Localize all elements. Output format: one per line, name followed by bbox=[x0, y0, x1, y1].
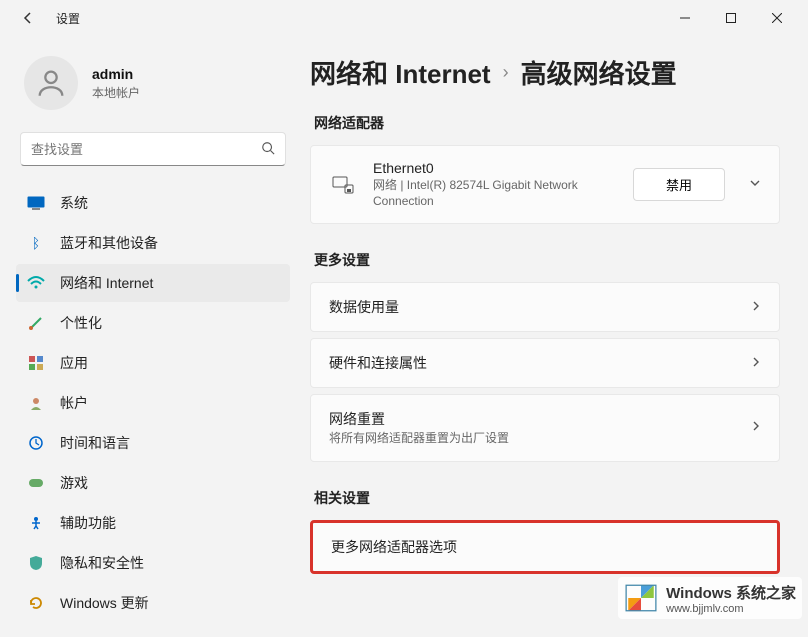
sidebar-item-label: 个性化 bbox=[60, 313, 102, 333]
sidebar-item-system[interactable]: 系统 bbox=[16, 184, 290, 222]
sidebar-item-timelang[interactable]: 时间和语言 bbox=[16, 424, 290, 462]
accounts-icon bbox=[26, 393, 46, 413]
section-related-title: 相关设置 bbox=[314, 488, 780, 508]
window-title: 设置 bbox=[56, 10, 80, 27]
maximize-button[interactable] bbox=[708, 2, 754, 34]
breadcrumb-parent[interactable]: 网络和 Internet bbox=[310, 54, 491, 91]
adapter-name: Ethernet0 bbox=[373, 160, 633, 176]
network-reset-card[interactable]: 网络重置 将所有网络适配器重置为出厂设置 bbox=[310, 394, 780, 462]
sidebar-item-update[interactable]: Windows 更新 bbox=[16, 584, 290, 622]
shield-icon bbox=[26, 553, 46, 573]
watermark-title: Windows 系统之家 bbox=[666, 582, 796, 603]
sidebar-item-label: 游戏 bbox=[60, 473, 88, 493]
card-title: 更多网络适配器选项 bbox=[331, 537, 749, 557]
user-block[interactable]: admin 本地帐户 bbox=[16, 36, 290, 132]
sidebar-item-accessibility[interactable]: 辅助功能 bbox=[16, 504, 290, 542]
wifi-icon bbox=[26, 273, 46, 293]
close-icon bbox=[772, 13, 782, 23]
user-subtitle: 本地帐户 bbox=[92, 84, 140, 101]
avatar bbox=[24, 56, 78, 110]
watermark: Windows 系统之家 www.bjjmlv.com bbox=[618, 577, 802, 619]
back-button[interactable] bbox=[14, 4, 42, 32]
apps-icon bbox=[26, 353, 46, 373]
sidebar-item-label: 网络和 Internet bbox=[60, 273, 153, 293]
chevron-down-icon[interactable] bbox=[749, 177, 761, 192]
sidebar-item-gaming[interactable]: 游戏 bbox=[16, 464, 290, 502]
sidebar-item-label: 系统 bbox=[60, 193, 88, 213]
card-title: 硬件和连接属性 bbox=[329, 353, 741, 373]
watermark-url: www.bjjmlv.com bbox=[666, 603, 796, 615]
search-input[interactable] bbox=[31, 142, 261, 157]
update-icon bbox=[26, 593, 46, 613]
accessibility-icon bbox=[26, 513, 46, 533]
card-title: 网络重置 bbox=[329, 409, 741, 429]
minimize-button[interactable] bbox=[662, 2, 708, 34]
search-box[interactable] bbox=[20, 132, 286, 166]
gamepad-icon bbox=[26, 473, 46, 493]
sidebar-item-privacy[interactable]: 隐私和安全性 bbox=[16, 544, 290, 582]
sidebar-item-bluetooth[interactable]: ᛒ 蓝牙和其他设备 bbox=[16, 224, 290, 262]
sidebar-item-label: 帐户 bbox=[60, 393, 88, 413]
sidebar-item-apps[interactable]: 应用 bbox=[16, 344, 290, 382]
clock-icon bbox=[26, 433, 46, 453]
search-icon bbox=[261, 141, 275, 158]
close-button[interactable] bbox=[754, 2, 800, 34]
arrow-left-icon bbox=[21, 11, 35, 25]
sidebar-item-label: 蓝牙和其他设备 bbox=[60, 233, 158, 253]
card-title: 数据使用量 bbox=[329, 297, 741, 317]
chevron-right-icon: › bbox=[503, 62, 509, 83]
brush-icon bbox=[26, 313, 46, 333]
sidebar-item-label: Windows 更新 bbox=[60, 593, 149, 613]
user-name: admin bbox=[92, 66, 140, 82]
more-adapter-options-card[interactable]: 更多网络适配器选项 bbox=[310, 520, 780, 574]
sidebar-item-label: 隐私和安全性 bbox=[60, 553, 144, 573]
sidebar-item-network[interactable]: 网络和 Internet bbox=[16, 264, 290, 302]
titlebar: 设置 bbox=[0, 0, 808, 36]
adapter-card[interactable]: Ethernet0 网络 | Intel(R) 82574L Gigabit N… bbox=[310, 145, 780, 224]
card-sub: 将所有网络适配器重置为出厂设置 bbox=[329, 431, 741, 447]
person-icon bbox=[34, 66, 68, 100]
maximize-icon bbox=[726, 13, 736, 23]
section-more-title: 更多设置 bbox=[314, 250, 780, 270]
chevron-right-icon bbox=[751, 420, 761, 435]
sidebar: admin 本地帐户 系统 ᛒ 蓝牙和其他设备 网络和 Internet 个性化 bbox=[0, 36, 300, 637]
system-icon bbox=[26, 193, 46, 213]
disable-button[interactable]: 禁用 bbox=[633, 168, 725, 201]
breadcrumb-current: 高级网络设置 bbox=[521, 54, 677, 91]
sidebar-item-label: 时间和语言 bbox=[60, 433, 130, 453]
breadcrumb: 网络和 Internet › 高级网络设置 bbox=[310, 54, 780, 91]
ethernet-icon bbox=[329, 175, 357, 195]
sidebar-item-accounts[interactable]: 帐户 bbox=[16, 384, 290, 422]
main-content: 网络和 Internet › 高级网络设置 网络适配器 Ethernet0 网络… bbox=[300, 36, 808, 637]
chevron-right-icon bbox=[751, 356, 761, 371]
sidebar-item-label: 辅助功能 bbox=[60, 513, 116, 533]
chevron-right-icon bbox=[751, 300, 761, 315]
data-usage-card[interactable]: 数据使用量 bbox=[310, 282, 780, 332]
minimize-icon bbox=[680, 13, 690, 23]
sidebar-item-label: 应用 bbox=[60, 353, 88, 373]
adapter-desc: 网络 | Intel(R) 82574L Gigabit Network Con… bbox=[373, 178, 633, 209]
windows-logo-icon bbox=[624, 581, 658, 615]
bluetooth-icon: ᛒ bbox=[26, 233, 46, 253]
hardware-properties-card[interactable]: 硬件和连接属性 bbox=[310, 338, 780, 388]
sidebar-item-personalization[interactable]: 个性化 bbox=[16, 304, 290, 342]
section-adapters-title: 网络适配器 bbox=[314, 113, 780, 133]
